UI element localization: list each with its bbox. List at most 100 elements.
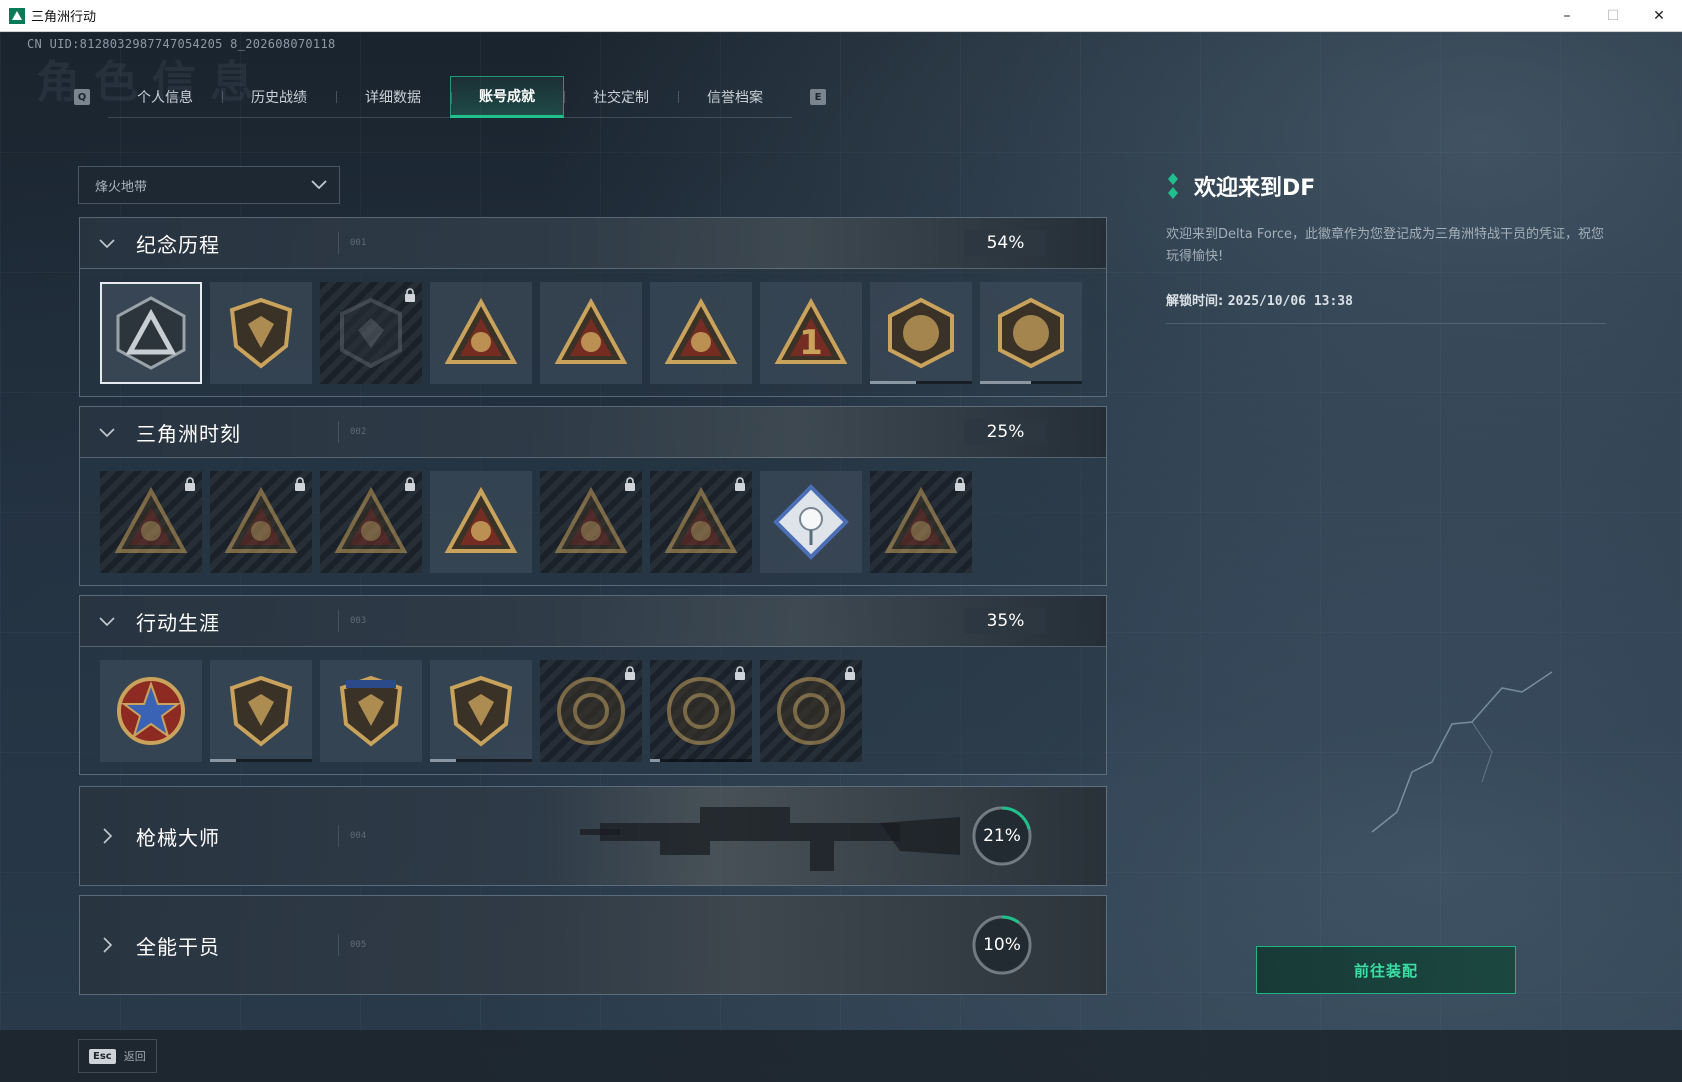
chevron-right-icon: [103, 937, 113, 953]
section-code: 004: [350, 831, 367, 841]
back-label: 返回: [123, 1050, 146, 1063]
unlock-time-label: 解锁时间:: [1166, 294, 1228, 309]
detail-title-text: 欢迎来到DF: [1194, 176, 1316, 201]
achievement-badge[interactable]: [210, 660, 312, 762]
tab-account-achievements[interactable]: 账号成就: [450, 76, 564, 118]
section-header[interactable]: 行动生涯 003 35%: [80, 596, 1106, 647]
section-title: 三角洲时刻: [136, 421, 241, 446]
lock-icon: [955, 477, 965, 491]
profile-tabbar: Q 个人信息 历史战绩 详细数据 账号成就 社交定制 信誉档案 E: [74, 76, 826, 118]
window-titlebar: 三角洲行动 – ☐ ✕: [0, 0, 1682, 32]
achievement-section-all-round-operator: 全能干员 005 10%: [79, 895, 1107, 995]
hex-shield-emblem-icon: [340, 297, 402, 369]
achievement-section-commemorative: 纪念历程 001 54% 1: [79, 217, 1107, 397]
section-progress: 35%: [964, 608, 1047, 634]
badge-progress-bar: [430, 759, 532, 762]
achievement-badge[interactable]: [870, 282, 972, 384]
achievement-badge[interactable]: [210, 471, 312, 573]
section-title: 纪念历程: [136, 232, 220, 257]
achievement-section-delta-moments: 三角洲时刻 002 25%: [79, 406, 1107, 586]
achievement-badge[interactable]: [760, 660, 862, 762]
mask-triangle-emblem-icon: [884, 486, 958, 553]
tab-social-customization[interactable]: 社交定制: [564, 76, 678, 118]
soldiers-triangle-emblem-icon: [444, 486, 518, 553]
achievement-section-operation-career: 行动生涯 003 35%: [79, 595, 1107, 775]
achievement-badge[interactable]: [320, 471, 422, 573]
tab-credit-record[interactable]: 信誉档案: [678, 76, 792, 118]
chevron-shield-emblem-icon: [229, 675, 293, 747]
fish-triangle-emblem-icon: [664, 486, 738, 553]
chevron-right-icon: [103, 828, 113, 844]
maximize-button[interactable]: ☐: [1590, 0, 1636, 32]
achievement-badge[interactable]: [320, 282, 422, 384]
achievement-badge[interactable]: [540, 660, 642, 762]
achievement-badge[interactable]: [870, 471, 972, 573]
achievement-badge[interactable]: [210, 282, 312, 384]
achievement-badge[interactable]: [100, 660, 202, 762]
skull-round-emblem-icon: [667, 677, 735, 745]
player-uid: CN UID:8128032987747054205 8_20260807011…: [27, 37, 336, 51]
section-progress: 54%: [964, 230, 1047, 256]
section-code: 003: [350, 616, 367, 626]
section-header[interactable]: 全能干员 005 10%: [80, 896, 1106, 994]
app-logo-icon: [9, 7, 25, 24]
section-progress-ring: 21%: [970, 804, 1034, 868]
lock-icon: [625, 477, 635, 491]
minimize-button[interactable]: –: [1544, 0, 1590, 32]
chevron-down-icon: [311, 180, 327, 190]
achievement-badge[interactable]: [760, 471, 862, 573]
section-code: 002: [350, 427, 367, 437]
lock-icon: [405, 477, 415, 491]
lock-icon: [185, 477, 195, 491]
next-tab-key-hint[interactable]: E: [810, 89, 826, 105]
achievement-badge[interactable]: 1: [760, 282, 862, 384]
achievement-badge[interactable]: [650, 282, 752, 384]
section-progress: 21%: [983, 826, 1021, 846]
badge-progress-bar: [210, 759, 312, 762]
section-header[interactable]: 三角洲时刻 002 25%: [80, 407, 1106, 458]
chevron-down-icon: [99, 239, 115, 249]
achievement-badge[interactable]: [430, 660, 532, 762]
tab-match-history[interactable]: 历史战绩: [222, 76, 336, 118]
stars-shield-emblem-icon: [339, 675, 403, 747]
lock-icon: [845, 666, 855, 680]
footer-bar: Esc 返回: [0, 1030, 1682, 1082]
achievement-badge[interactable]: [100, 282, 202, 384]
achievement-badge[interactable]: [430, 282, 532, 384]
delta-force-round-emblem-icon: [888, 297, 954, 369]
close-button[interactable]: ✕: [1636, 0, 1682, 32]
lock-icon: [295, 477, 305, 491]
mode-select-value: 烽火地带: [95, 179, 148, 195]
unlock-time-value: 2025/10/06 13:38: [1227, 294, 1353, 309]
achievement-badge[interactable]: [650, 471, 752, 573]
mode-select-dropdown[interactable]: 烽火地带: [78, 166, 340, 204]
achievement-badge[interactable]: [650, 660, 752, 762]
tab-detailed-stats[interactable]: 详细数据: [336, 76, 450, 118]
tab-personal-info[interactable]: 个人信息: [108, 76, 222, 118]
achievement-badge[interactable]: [430, 471, 532, 573]
achievement-badge[interactable]: [540, 471, 642, 573]
section-progress: 10%: [983, 935, 1021, 955]
chevron-down-icon: [99, 428, 115, 438]
achievement-badge[interactable]: [540, 282, 642, 384]
section-title: 枪械大师: [136, 825, 220, 850]
achievement-badge[interactable]: [320, 660, 422, 762]
prev-tab-key-hint[interactable]: Q: [74, 89, 90, 105]
helicopter-emblem-icon: [229, 297, 293, 369]
badge-progress-bar: [870, 381, 972, 384]
section-progress: 25%: [964, 419, 1047, 445]
achievement-badge[interactable]: [100, 471, 202, 573]
section-header[interactable]: 纪念历程 001 54%: [80, 218, 1106, 269]
divider: [1166, 323, 1606, 324]
section-code: 001: [350, 238, 367, 248]
lock-icon: [735, 477, 745, 491]
back-button[interactable]: Esc 返回: [78, 1039, 157, 1073]
chevron-down-icon: [99, 617, 115, 627]
section-header[interactable]: 枪械大师 004 21%: [80, 787, 1106, 885]
go-equip-button[interactable]: 前往装配: [1256, 946, 1516, 994]
svg-text:1: 1: [799, 323, 823, 363]
achievement-badge[interactable]: [980, 282, 1082, 384]
robot-triangle-emblem-icon: [114, 486, 188, 553]
section-code: 005: [350, 940, 367, 950]
delta-force-2025-emblem-icon: [998, 297, 1064, 369]
